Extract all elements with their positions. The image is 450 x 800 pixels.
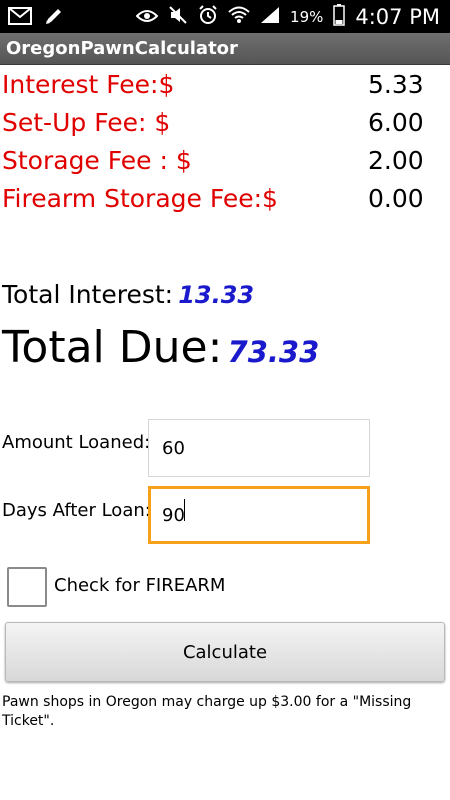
app-title-bar: OregonPawnCalculator — [0, 33, 450, 65]
total-interest: Total Interest: 13.33 — [2, 280, 254, 312]
status-bar: 19% 4:07 PM — [0, 0, 450, 33]
clock: 4:07 PM — [355, 5, 440, 29]
storage-fee-label: Storage Fee : $ — [2, 146, 192, 175]
interest-fee-label: Interest Fee:$ — [2, 70, 175, 99]
total-due-label: Total Due: — [2, 322, 223, 373]
setup-fee-row: Set-Up Fee: $ 6.00 — [0, 108, 450, 145]
amount-loaned-input[interactable] — [148, 419, 370, 477]
pencil-icon — [44, 6, 64, 30]
battery-icon — [333, 4, 346, 30]
storage-fee-value: 2.00 — [368, 146, 424, 175]
calculate-button[interactable]: Calculate — [5, 622, 445, 682]
signal-icon — [260, 6, 280, 28]
firearm-storage-fee-row: Firearm Storage Fee:$ 0.00 — [0, 184, 450, 221]
mute-icon — [168, 5, 188, 29]
amount-loaned-label: Amount Loaned: — [2, 432, 151, 453]
total-interest-value: 13.33 — [178, 281, 255, 309]
alarm-icon — [198, 5, 218, 29]
total-due: Total Due: 73.33 — [2, 322, 319, 373]
app-title: OregonPawnCalculator — [6, 38, 238, 59]
days-after-loan-input[interactable] — [148, 486, 370, 544]
total-due-value: 73.33 — [227, 335, 320, 369]
setup-fee-value: 6.00 — [368, 108, 424, 137]
firearm-storage-fee-value: 0.00 — [368, 184, 424, 213]
wifi-icon — [228, 6, 250, 28]
days-after-loan-label: Days After Loan: — [2, 500, 151, 521]
total-interest-label: Total Interest: — [2, 280, 174, 309]
gmail-icon — [8, 7, 32, 29]
interest-fee-row: Interest Fee:$ 5.33 — [0, 70, 450, 107]
firearm-checkbox[interactable] — [7, 567, 47, 607]
firearm-storage-fee-label: Firearm Storage Fee:$ — [2, 184, 278, 213]
firearm-checkbox-label[interactable]: Check for FIREARM — [54, 575, 225, 596]
eye-icon — [135, 8, 159, 27]
battery-percent: 19% — [290, 8, 324, 26]
setup-fee-label: Set-Up Fee: $ — [2, 108, 171, 137]
interest-fee-value: 5.33 — [368, 70, 424, 99]
missing-ticket-note: Pawn shops in Oregon may charge up $3.00… — [2, 694, 412, 729]
storage-fee-row: Storage Fee : $ 2.00 — [0, 146, 450, 183]
text-caret — [184, 499, 185, 521]
